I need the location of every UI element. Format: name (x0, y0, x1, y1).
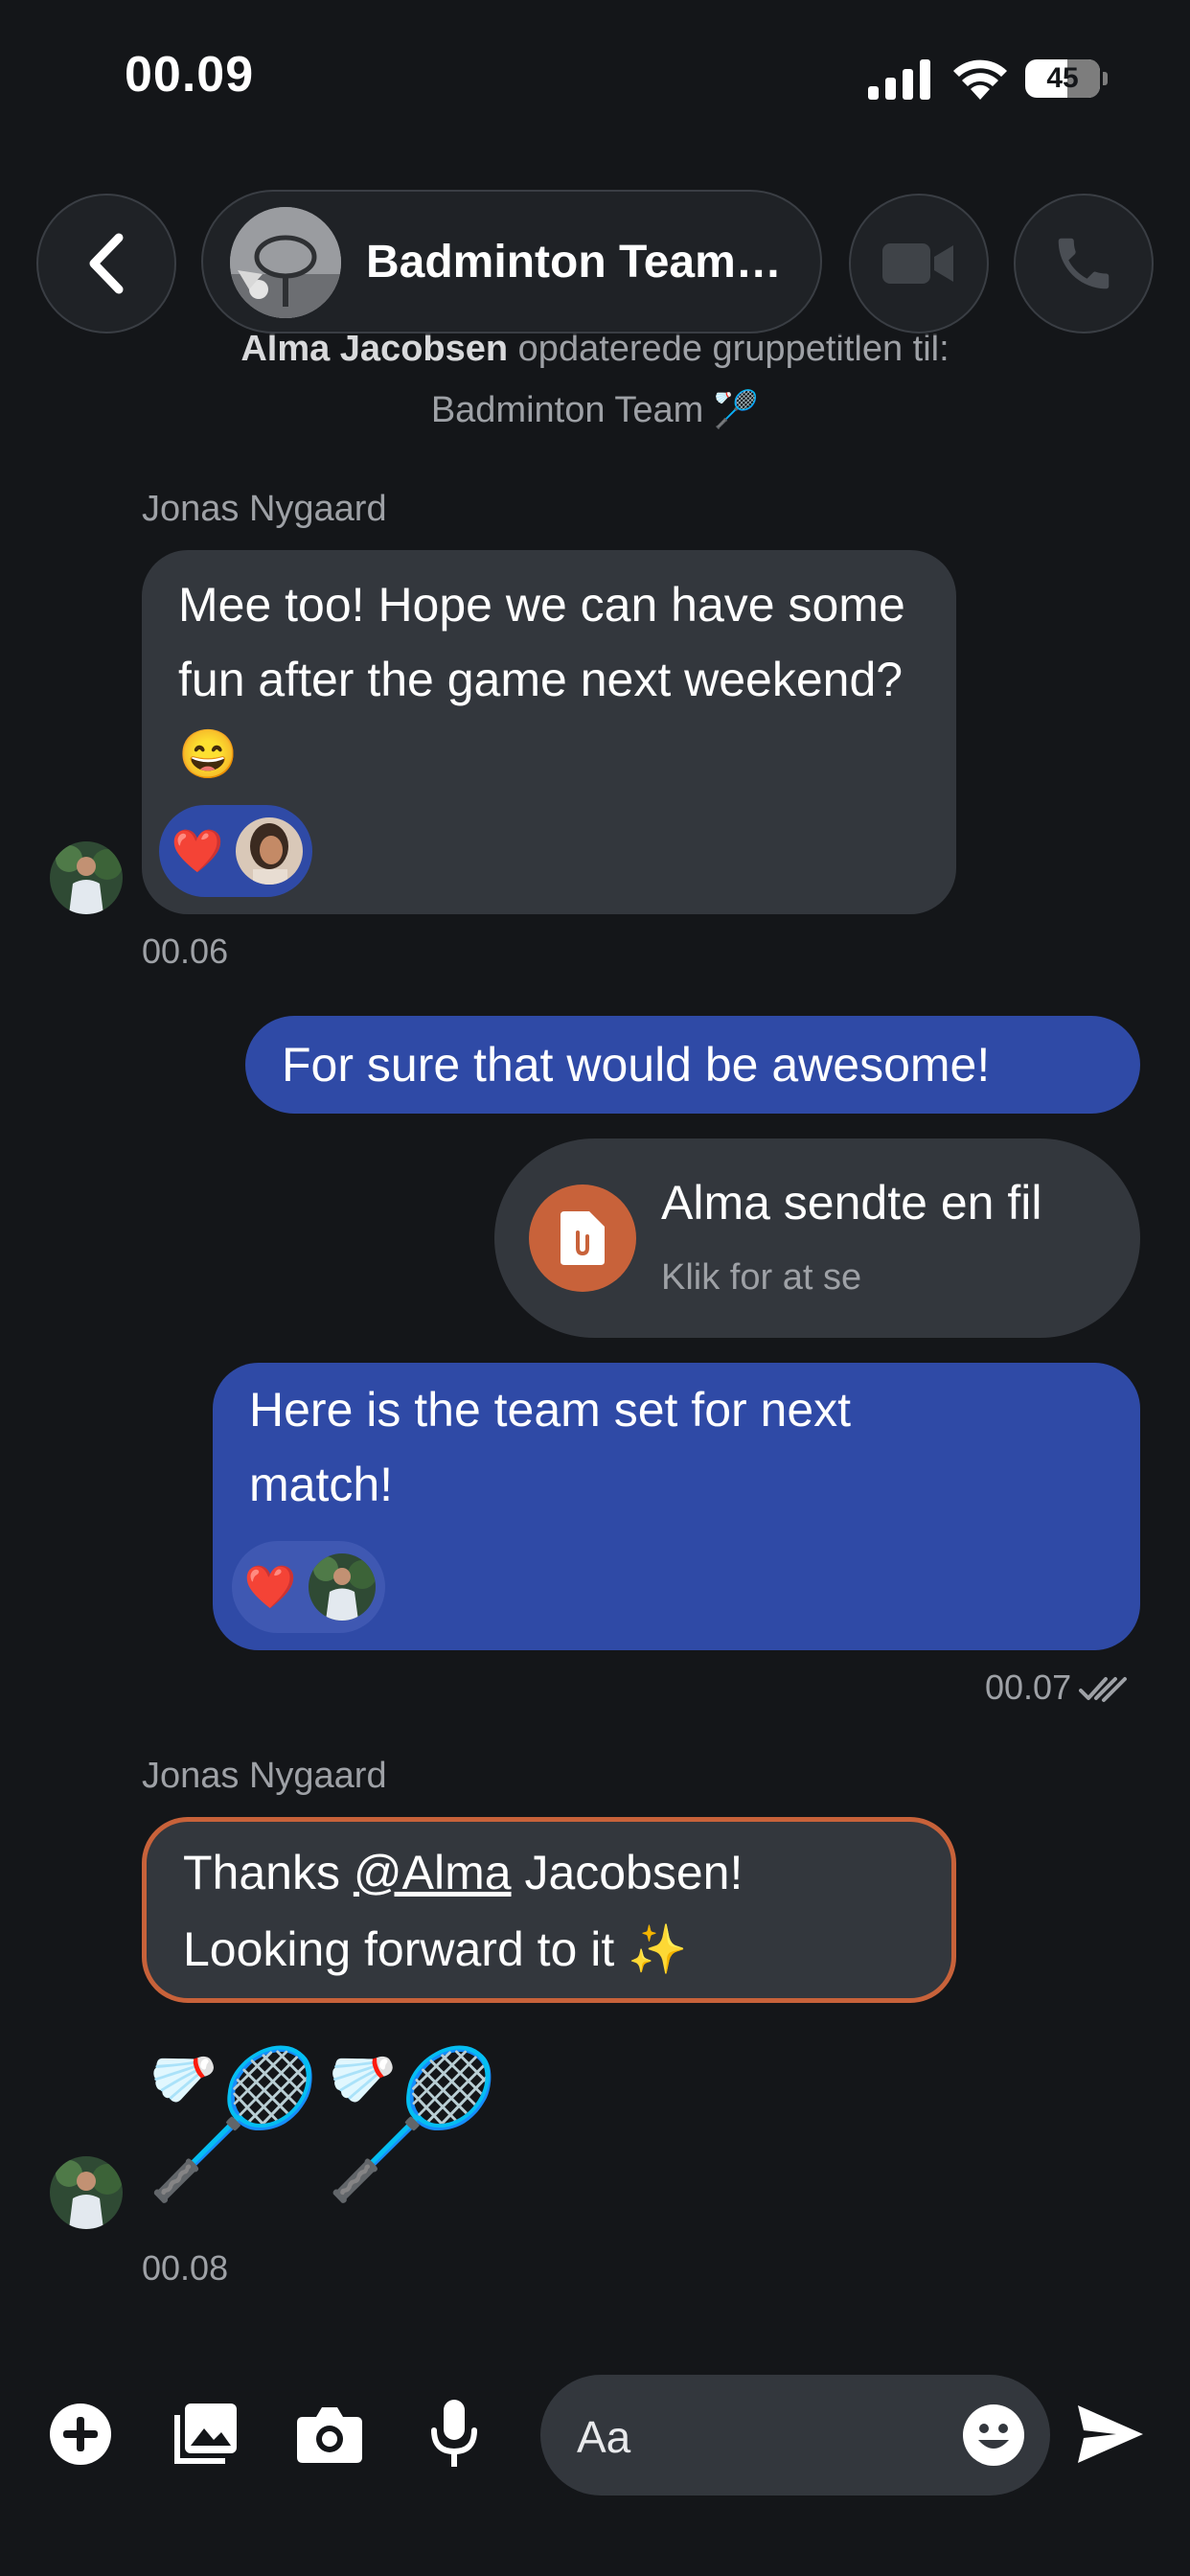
video-call-button[interactable] (849, 194, 989, 334)
outgoing-message-bubble[interactable]: Here is the team set for next match! ❤️ (213, 1363, 1140, 1650)
avatar[interactable] (50, 2156, 123, 2229)
camera-icon (297, 2407, 362, 2463)
camera-button[interactable] (291, 2396, 368, 2472)
avatar (236, 817, 303, 885)
status-time: 00.09 (125, 47, 255, 103)
status-bar: 00.09 45 (0, 0, 1190, 163)
send-icon (1078, 2405, 1143, 2463)
system-notice: Alma Jacobsen opdaterede gruppetitlen ti… (0, 318, 1190, 441)
voice-call-button[interactable] (1014, 194, 1154, 334)
microphone-icon (431, 2400, 477, 2467)
avatar[interactable] (50, 841, 123, 914)
plus-button[interactable] (42, 2396, 119, 2472)
group-title: Badminton Team… (366, 237, 782, 288)
plus-icon (50, 2404, 111, 2465)
message-time: 00.06 (142, 932, 229, 971)
chevron-left-icon (89, 233, 124, 294)
file-subtitle: Klik for at se (661, 1257, 862, 1298)
sender-name: Jonas Nygaard (142, 489, 387, 529)
emoji-message[interactable]: 🏸🏸 (144, 2037, 502, 2210)
message-input[interactable]: Aa (540, 2375, 1050, 2496)
back-button[interactable] (36, 194, 176, 334)
outgoing-message-bubble[interactable]: For sure that would be awesome! (245, 1016, 1140, 1114)
group-avatar (230, 207, 341, 318)
message-text: Here is the team set for next match! (249, 1383, 852, 1511)
wifi-icon (953, 59, 1007, 100)
emoji-icon[interactable] (962, 2404, 1025, 2467)
message-text-part: Jacobsen! (511, 1846, 744, 1899)
video-camera-icon (882, 243, 953, 284)
reaction-pill[interactable]: ❤️ (232, 1541, 385, 1633)
message-time: 00.07 (985, 1668, 1072, 1707)
message-text: Mee too! Hope we can have some fun after… (178, 578, 905, 781)
microphone-button[interactable] (416, 2396, 492, 2472)
gallery-icon (174, 2404, 237, 2464)
heart-reaction: ❤️ (171, 828, 224, 875)
avatar (309, 1553, 376, 1621)
gallery-button[interactable] (167, 2396, 243, 2472)
message-text-part: Thanks (183, 1846, 354, 1899)
phone-icon (1058, 238, 1110, 289)
message-text: Thanks @Alma Jacobsen! (183, 1835, 743, 1910)
send-button[interactable] (1071, 2396, 1150, 2472)
incoming-message-bubble[interactable]: Mee too! Hope we can have some fun after… (142, 550, 956, 914)
file-title: Alma sendte en fil (661, 1176, 1042, 1230)
message-input-placeholder: Aa (577, 2412, 631, 2462)
message-text: For sure that would be awesome! (282, 1038, 991, 1092)
battery-level: 45 (1046, 62, 1079, 94)
file-icon (529, 1184, 636, 1292)
notice-new-title: Badminton Team 🏸 (430, 390, 760, 430)
reaction-pill[interactable]: ❤️ (159, 805, 312, 897)
mention-message-bubble[interactable]: Thanks @Alma Jacobsen! Looking forward t… (142, 1817, 956, 2003)
sender-name: Jonas Nygaard (142, 1756, 387, 1796)
group-title-button[interactable]: Badminton Team… (201, 190, 822, 334)
mention-link[interactable]: @Alma (354, 1846, 512, 1899)
file-attachment-bubble[interactable]: Alma sendte en fil Klik for at se (494, 1138, 1140, 1338)
heart-reaction: ❤️ (243, 1564, 297, 1611)
message-text-line2: Looking forward to it ✨ (183, 1922, 688, 1976)
message-time: 00.08 (142, 2248, 229, 2288)
cellular-signal-icon (868, 59, 930, 100)
read-receipt-icon (1079, 1677, 1127, 1702)
battery-indicator: 45 (1025, 59, 1108, 98)
